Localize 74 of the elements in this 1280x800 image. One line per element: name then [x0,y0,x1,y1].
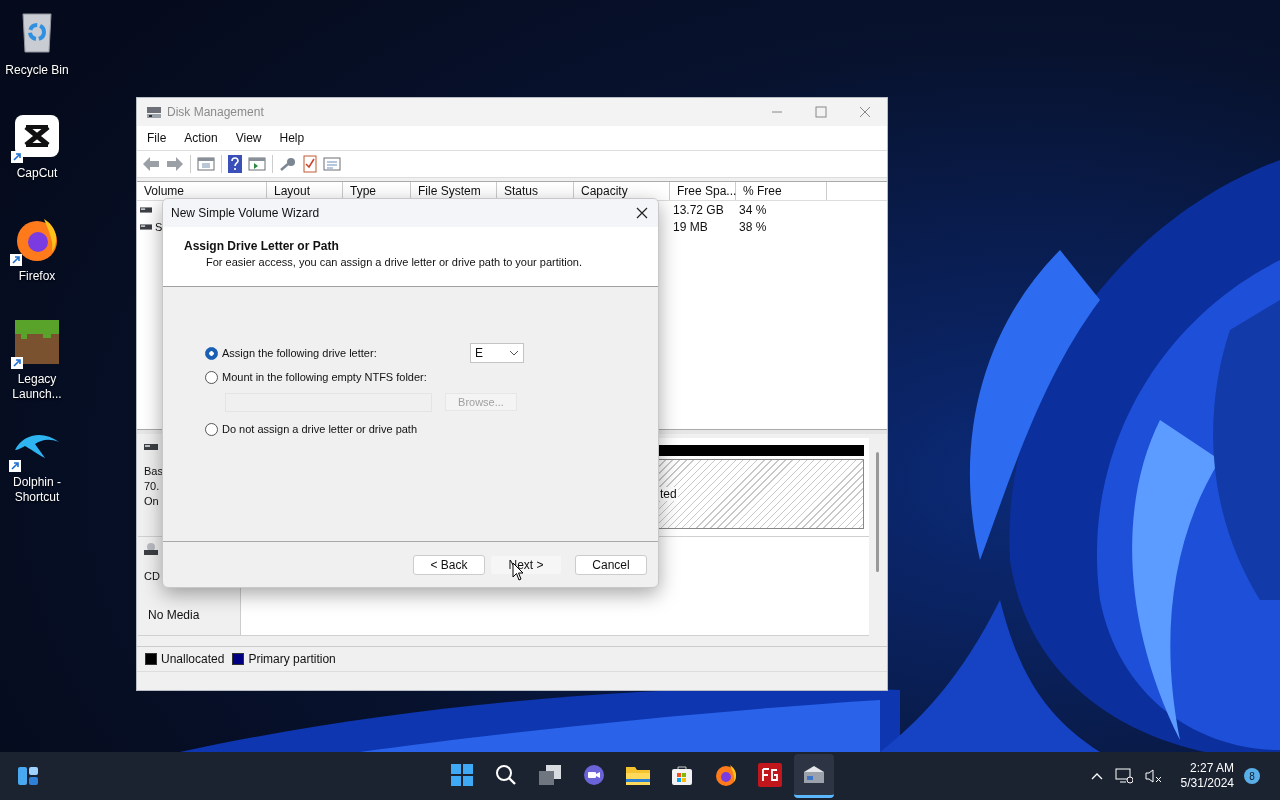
window-title: Disk Management [167,105,264,119]
dialog-title: New Simple Volume Wizard [171,206,320,220]
partition-label: ted [659,487,678,501]
radio-label[interactable]: Assign the following drive letter: [222,347,470,359]
store-bag-icon [671,763,693,786]
desktop-icon-label[interactable]: Firefox [2,269,72,284]
back-arrow-icon[interactable] [142,156,160,172]
table-cell: 13.72 GB [673,202,724,217]
desktop-icon-label[interactable]: CapCut [2,166,72,181]
step-description: For easier access, you can assign a drive letter or drive path to your partition. [205,256,583,268]
desktop-icon-label[interactable]: Legacy Launch... [2,372,72,402]
wizard-button[interactable]: < Back [413,554,485,575]
desktop-icon-label[interactable]: Dolphin - Shortcut [2,475,72,505]
shortcut-arrow-icon [9,460,21,472]
menu-item[interactable]: Help [279,131,305,145]
forward-arrow-icon[interactable] [166,156,184,172]
table-cell: 19 MB [673,219,708,234]
firefox-icon [714,762,738,787]
radio-label[interactable]: Mount in the following empty NTFS folder: [222,371,470,383]
desktop-icon-label[interactable]: Recycle Bin [2,63,72,78]
panel-icon[interactable] [248,156,266,172]
drive-icon [144,444,158,450]
disk-info-text: On [144,494,160,509]
scissors-logo-icon[interactable] [15,115,59,157]
optical-drive-icon [144,543,158,555]
step-heading: Assign Drive Letter or Path [184,239,340,253]
column-header[interactable]: % Free [736,182,827,200]
radio-label[interactable]: Do not assign a drive letter or drive path [222,423,470,435]
radio-button[interactable] [205,422,218,436]
column-header[interactable]: Free Spa... [670,182,736,200]
table-cell: 38 % [739,219,767,234]
widgets-icon[interactable] [17,766,39,786]
drive-icon [140,206,152,213]
shortcut-arrow-icon [11,357,23,369]
disk-status-text: No Media [148,608,200,622]
disk-drive-icon [802,763,826,786]
network-icon[interactable] [1114,768,1133,784]
shortcut-arrow-icon [11,151,23,163]
app-logo-icon [758,762,782,787]
firefox-icon[interactable] [14,216,60,262]
clock[interactable]: 2:27 AM 5/31/2024 [1180,761,1234,791]
disk-drive-icon [146,105,162,119]
table-cell: 34 % [739,202,767,217]
chevron-down-icon [509,350,519,356]
radio-button[interactable] [205,370,218,384]
recycle-bin-icon[interactable] [19,12,55,54]
panel-icon[interactable] [197,156,215,172]
key-icon[interactable] [279,156,297,172]
drive-letter-dropdown[interactable]: E [470,343,524,363]
checklist-icon[interactable] [303,155,317,173]
wizard-button[interactable]: Cancel [575,554,647,575]
task-view-icon [538,763,562,786]
taskbar-button[interactable] [794,754,834,798]
help-icon[interactable] [228,155,242,173]
disk-info-text: 70. [144,479,161,494]
drive-icon [140,223,152,230]
radio-button[interactable] [205,346,218,360]
disk-info-text: CD [144,569,161,584]
menu-item[interactable]: Action [184,131,218,145]
speaker-muted-icon[interactable] [1144,768,1163,784]
legend-label: Primary partition [248,652,336,666]
close-icon[interactable] [636,207,648,219]
notification-badge[interactable]: 8 [1244,768,1260,784]
legend-label: Unallocated [161,652,225,666]
shortcut-arrow-icon [10,254,22,266]
disk-info-text: Bas [144,464,164,479]
table-cell: S [155,220,163,233]
windows-logo-icon [451,763,473,786]
menu-item[interactable]: File [147,131,167,145]
menu-item[interactable]: View [235,131,262,145]
search-icon [495,763,517,786]
chat-icon [582,763,606,786]
scrollbar[interactable] [876,452,879,572]
chevron-up-icon[interactable] [1090,772,1103,780]
